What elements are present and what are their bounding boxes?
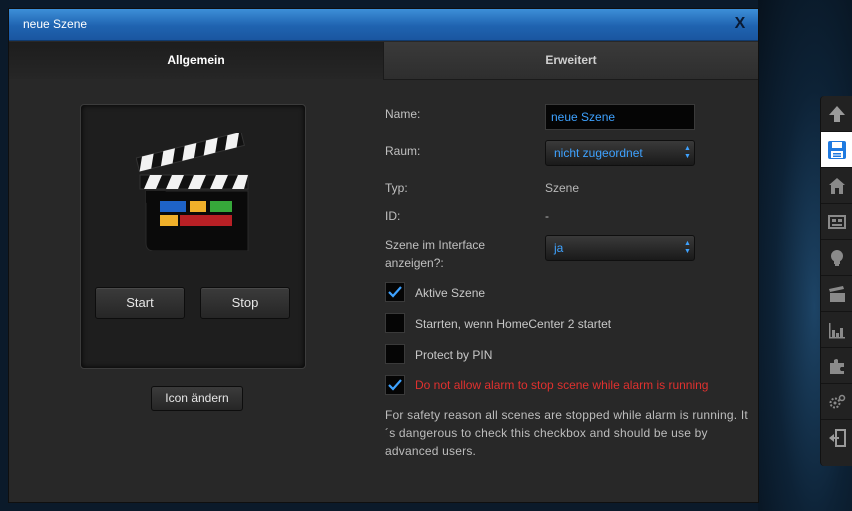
toolbar-statistics[interactable]	[821, 312, 852, 348]
start-button[interactable]: Start	[95, 287, 185, 319]
scene-icon-panel: Start Stop	[80, 104, 306, 369]
checkmark-icon	[388, 286, 402, 298]
toolbar-scroll-up[interactable]	[821, 96, 852, 132]
dialog-title: neue Szene	[23, 17, 88, 31]
protect-by-pin-label: Protect by PIN	[415, 348, 493, 362]
start-on-boot-label: Starrten, wenn HomeCenter 2 startet	[415, 317, 612, 331]
id-value: -	[545, 209, 549, 223]
toolbar-devices[interactable]	[821, 204, 852, 240]
close-button[interactable]: X	[732, 15, 748, 33]
active-scene-label: Aktive Szene	[415, 286, 486, 300]
toolbar-settings[interactable]	[821, 384, 852, 420]
toolbar-lights[interactable]	[821, 240, 852, 276]
toolbar-save[interactable]	[821, 132, 852, 168]
room-label: Raum:	[385, 144, 421, 158]
type-label: Typ:	[385, 181, 408, 195]
plugin-icon	[830, 358, 844, 374]
select-arrows-icon: ▲ ▼	[684, 145, 691, 160]
toolbar-scenes[interactable]	[821, 276, 852, 312]
tab-erweitert[interactable]: Erweitert	[383, 42, 758, 79]
show-in-interface-label-line2: anzeigen?:	[385, 256, 444, 270]
lightbulb-icon	[831, 249, 843, 266]
change-icon-button[interactable]: Icon ändern	[151, 386, 243, 411]
save-icon	[828, 140, 846, 159]
show-in-interface-value: ja	[554, 241, 564, 255]
toolbar-home[interactable]	[821, 168, 852, 204]
show-in-interface-select[interactable]: ja ▲ ▼	[545, 235, 695, 261]
arrow-up-icon	[829, 105, 845, 122]
checkmark-icon	[388, 379, 402, 391]
room-select-value: nicht zugeordnet	[554, 146, 643, 160]
clapperboard-icon	[136, 133, 249, 251]
tab-allgemein[interactable]: Allgemein	[9, 42, 383, 79]
name-input[interactable]: neue Szene	[545, 104, 695, 130]
home-icon	[829, 177, 845, 194]
stop-button[interactable]: Stop	[200, 287, 290, 319]
side-toolbar	[820, 96, 852, 466]
id-label: ID:	[385, 209, 401, 223]
room-select[interactable]: nicht zugeordnet ▲ ▼	[545, 140, 695, 166]
protect-by-pin-checkbox[interactable]	[385, 344, 405, 364]
tab-divider	[383, 79, 758, 80]
name-label: Name:	[385, 107, 421, 121]
show-in-interface-label: Szene im Interface	[385, 238, 486, 252]
logout-icon	[829, 429, 846, 447]
settings-icon	[829, 394, 846, 408]
alarm-override-label: Do not allow alarm to stop scene while a…	[415, 378, 709, 392]
chart-icon	[829, 322, 845, 338]
toolbar-plugins[interactable]	[821, 348, 852, 384]
alarm-override-checkbox[interactable]	[385, 375, 405, 395]
active-scene-checkbox[interactable]	[385, 282, 405, 302]
clapperboard-icon	[829, 285, 845, 302]
start-on-boot-checkbox[interactable]	[385, 313, 405, 333]
scene-dialog: neue Szene X Allgemein Erweitert Start S…	[8, 8, 759, 503]
dialog-titlebar: neue Szene X	[9, 9, 758, 41]
type-value: Szene	[545, 181, 580, 195]
safety-note: For safety reason all scenes are stopped…	[385, 408, 748, 458]
device-icon	[828, 214, 846, 229]
select-arrows-icon: ▲ ▼	[684, 240, 691, 255]
toolbar-logout[interactable]	[821, 420, 852, 456]
